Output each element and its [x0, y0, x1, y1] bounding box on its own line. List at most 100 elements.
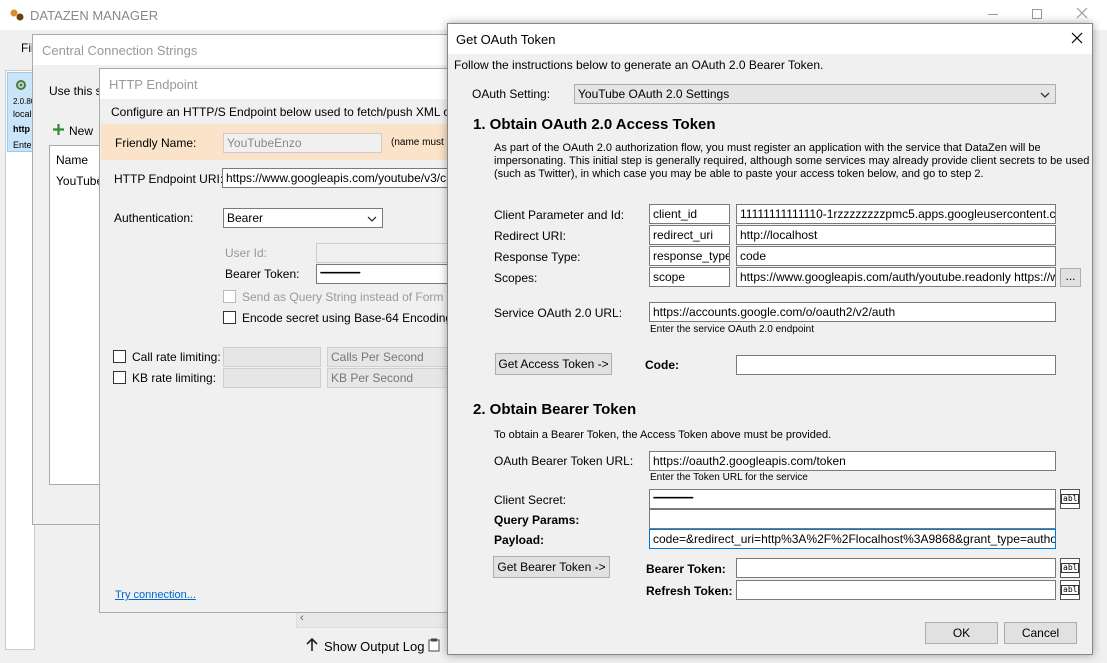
uri-field[interactable]: https://www.googleapis.com/youtube/v3/ch… — [222, 168, 450, 188]
service-url-hint: Enter the service OAuth 2.0 endpoint — [650, 324, 814, 335]
oauth-dialog: Get OAuth Token Follow the instructions … — [447, 23, 1093, 655]
bearer-token-result-field[interactable] — [736, 558, 1056, 578]
side-panel: 2.0.80 local http Enter — [5, 70, 35, 650]
abl-label: abl — [1061, 494, 1080, 504]
get-bearer-token-button[interactable]: Get Bearer Token -> — [493, 556, 610, 578]
kb-per-second-select[interactable]: KB Per Second — [327, 368, 450, 388]
oauth-setting-label: OAuth Setting: — [472, 87, 551, 101]
auth-select[interactable]: Bearer — [223, 208, 383, 228]
query-params-label: Query Params: — [494, 513, 580, 527]
central-titlebar: Central Connection Strings — [33, 35, 451, 65]
oauth-instructions: Follow the instructions below to generat… — [454, 58, 824, 72]
param-key-client-id[interactable]: client_id — [649, 204, 730, 224]
new-button[interactable]: New — [69, 124, 93, 138]
refresh-token-label: Refresh Token: — [646, 584, 733, 598]
friendly-name-label: Friendly Name: — [115, 136, 197, 150]
service-url-field[interactable]: https://accounts.google.com/o/oauth2/v2/… — [649, 302, 1056, 322]
uri-label: HTTP Endpoint URI: — [114, 172, 224, 186]
param-label-response-type: Response Type: — [494, 250, 581, 264]
call-rate-label: Call rate limiting: — [132, 350, 221, 364]
bearer-token-label: Bearer Token: — [225, 267, 300, 281]
main-close-icon[interactable] — [1076, 7, 1088, 19]
user-id-label: User Id: — [225, 246, 268, 260]
client-secret-field[interactable]: •••••••••••••••••••••••••••••••••••• — [649, 489, 1056, 509]
param-key-scopes[interactable]: scope — [649, 267, 730, 287]
param-value-response-type[interactable]: code — [736, 246, 1056, 266]
abl-label: abl — [1061, 585, 1080, 595]
user-id-field[interactable] — [316, 243, 450, 263]
bearer-url-field[interactable]: https://oauth2.googleapis.com/token — [649, 451, 1056, 471]
scroll-left-icon[interactable]: ‹ — [300, 612, 304, 624]
encode-label: Encode secret using Base-64 Encoding — [242, 311, 453, 325]
query-params-field[interactable] — [649, 509, 1056, 529]
friendly-name-field[interactable]: YouTubeEnzo — [223, 133, 382, 153]
section2-desc: To obtain a Bearer Token, the Access Tok… — [494, 429, 832, 441]
chevron-down-icon — [366, 212, 378, 224]
http-endpoint-window: HTTP Endpoint Configure an HTTP/S Endpoi… — [99, 68, 483, 613]
show-output-log-button[interactable]: Show Output Log — [324, 639, 424, 654]
param-value-scopes[interactable]: https://www.googleapis.com/auth/youtube.… — [736, 267, 1056, 287]
ok-button[interactable]: OK — [925, 622, 998, 644]
close-icon[interactable] — [1071, 32, 1083, 44]
section1-desc-line1: As part of the OAuth 2.0 authorization f… — [494, 142, 1041, 154]
section1-desc-line3: (such as Twitter), in which case you may… — [494, 168, 984, 180]
abl-icon[interactable]: abl — [1060, 580, 1080, 600]
side-item-local: local — [13, 109, 32, 119]
auth-select-value: Bearer — [227, 211, 264, 225]
call-rate-field[interactable] — [223, 347, 321, 367]
param-key-response-type[interactable]: response_type — [649, 246, 730, 266]
abl-label: abl — [1061, 563, 1080, 573]
chevron-down-icon — [1039, 88, 1051, 100]
app-logo-icon — [10, 8, 24, 22]
section2-title: 2. Obtain Bearer Token — [473, 401, 637, 418]
param-label-redirect: Redirect URI: — [494, 229, 567, 243]
get-access-token-button[interactable]: Get Access Token -> — [495, 353, 612, 375]
scopes-browse-button[interactable]: ... — [1060, 268, 1081, 287]
oauth-title: Get OAuth Token — [456, 32, 556, 47]
plus-icon[interactable] — [52, 123, 65, 136]
http-description: Configure an HTTP/S Endpoint below used … — [111, 105, 483, 119]
send-query-checkbox[interactable] — [223, 290, 236, 303]
param-value-client-id[interactable]: 11111111111110-1rzzzzzzzzpmc5.apps.googl… — [736, 204, 1056, 224]
refresh-token-field[interactable] — [736, 580, 1056, 600]
abl-icon[interactable]: abl — [1060, 489, 1080, 509]
oauth-setting-value: YouTube OAuth 2.0 Settings — [578, 87, 730, 101]
param-label-scopes: Scopes: — [494, 271, 538, 285]
http-title: HTTP Endpoint — [109, 77, 198, 92]
code-field[interactable] — [736, 355, 1056, 375]
oauth-setting-select[interactable]: YouTube OAuth 2.0 Settings — [574, 84, 1056, 104]
central-title: Central Connection Strings — [42, 43, 198, 58]
service-url-label: Service OAuth 2.0 URL: — [494, 306, 623, 320]
oauth-titlebar: Get OAuth Token — [448, 24, 1092, 54]
call-rate-checkbox[interactable] — [113, 350, 126, 363]
cancel-button[interactable]: Cancel — [1004, 622, 1077, 644]
payload-label: Payload: — [494, 533, 545, 547]
kb-rate-checkbox[interactable] — [113, 371, 126, 384]
bearer-url-hint: Enter the Token URL for the service — [650, 472, 808, 483]
bearer-url-label: OAuth Bearer Token URL: — [494, 454, 634, 468]
encode-checkbox[interactable] — [223, 311, 236, 324]
section1-title: 1. Obtain OAuth 2.0 Access Token — [473, 116, 716, 133]
gear-icon — [15, 79, 27, 91]
calls-per-second-select[interactable]: Calls Per Second — [327, 347, 450, 367]
try-connection-link[interactable]: Try connection... — [115, 589, 196, 601]
main-title: DATAZEN MANAGER — [30, 8, 159, 23]
client-secret-label: Client Secret: — [494, 493, 567, 507]
param-key-redirect[interactable]: redirect_uri — [649, 225, 730, 245]
side-item-http: http — [13, 124, 30, 134]
auth-label: Authentication: — [114, 211, 194, 225]
arrow-up-icon — [306, 637, 318, 652]
payload-field[interactable]: code=&redirect_uri=http%3A%2F%2Flocalhos… — [649, 529, 1056, 549]
kb-rate-field[interactable] — [223, 368, 321, 388]
code-label: Code: — [645, 358, 679, 372]
maximize-icon[interactable] — [1032, 9, 1042, 19]
http-titlebar: HTTP Endpoint — [100, 69, 450, 99]
abl-icon[interactable]: abl — [1060, 558, 1080, 578]
param-value-redirect[interactable]: http://localhost — [736, 225, 1056, 245]
minimize-icon[interactable] — [988, 14, 998, 15]
clipboard-icon[interactable] — [428, 638, 440, 652]
bearer-token-field[interactable]: •••••••••••••••••••••••••••••••••••• — [316, 264, 450, 284]
list-header-name[interactable]: Name — [56, 153, 88, 167]
param-label-client-id: Client Parameter and Id: — [494, 208, 625, 222]
list-item[interactable]: YouTube — [56, 174, 103, 188]
